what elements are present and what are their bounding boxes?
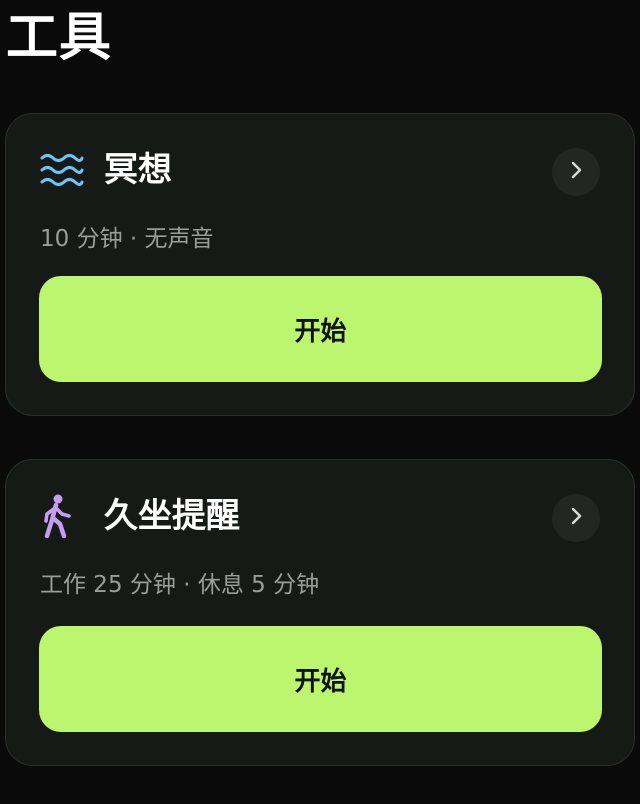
meditation-subtitle: 10 分钟 · 无声音 [40, 226, 214, 252]
meditation-card[interactable]: 冥想 10 分钟 · 无声音 开始 [5, 113, 635, 416]
waves-icon [40, 148, 88, 192]
sitting-reminder-card-header: 久坐提醒 [40, 494, 240, 538]
sitting-reminder-start-button[interactable]: 开始 [39, 626, 602, 732]
sitting-reminder-details-button[interactable] [552, 494, 600, 542]
sitting-reminder-title: 久坐提醒 [104, 496, 240, 536]
sitting-reminder-card[interactable]: 久坐提醒 工作 25 分钟 · 休息 5 分钟 开始 [5, 459, 635, 766]
chevron-right-icon [569, 506, 583, 530]
meditation-details-button[interactable] [552, 148, 600, 196]
page-title: 工具 [6, 8, 113, 68]
tools-page: 工具 冥想 10 分钟 · 无声音 开始 久坐提醒 工作 25 分钟 · 休息 … [0, 0, 640, 804]
meditation-card-header: 冥想 [40, 148, 172, 192]
meditation-start-button[interactable]: 开始 [39, 276, 602, 382]
sitting-reminder-subtitle: 工作 25 分钟 · 休息 5 分钟 [40, 572, 320, 598]
meditation-title: 冥想 [104, 150, 172, 190]
chevron-right-icon [569, 160, 583, 184]
walking-person-icon [40, 494, 88, 538]
